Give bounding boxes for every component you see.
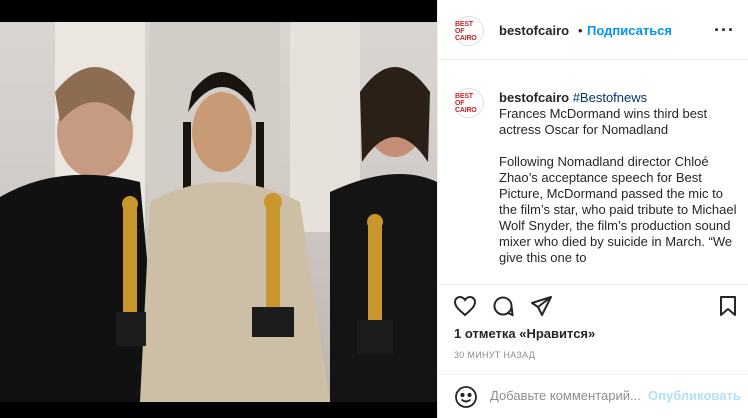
likes-number[interactable]: 1 отметка — [454, 326, 516, 341]
photo-illustration — [0, 22, 437, 402]
caption-avatar[interactable]: BEST OF CAIRO — [454, 88, 484, 118]
caption-body: Following Nomadland director Chloé Zhao’… — [499, 154, 737, 265]
follow-button[interactable]: Подписаться — [587, 23, 672, 38]
post-header: BEST OF CAIRO bestofcairo • Подписаться … — [438, 0, 748, 60]
heart-icon[interactable] — [452, 293, 478, 319]
comment-bar: Опубликовать — [438, 374, 748, 418]
header-username[interactable]: bestofcairo — [499, 23, 569, 38]
photo-letterbox-bottom — [0, 402, 437, 418]
post-sidebar: BEST OF CAIRO bestofcairo • Подписаться … — [437, 0, 748, 418]
action-bar — [438, 285, 748, 327]
caption-text: bestofcairo #Bestofnews Frances McDorman… — [499, 90, 737, 266]
emoji-icon[interactable] — [454, 385, 478, 409]
caption-area: BEST OF CAIRO bestofcairo #Bestofnews Fr… — [438, 60, 748, 285]
photo-image — [0, 22, 437, 402]
comment-icon[interactable] — [490, 293, 516, 319]
avatar[interactable]: BEST OF CAIRO — [454, 16, 484, 46]
separator-dot: • — [578, 23, 583, 38]
publish-button[interactable]: Опубликовать — [648, 388, 741, 403]
send-icon[interactable] — [528, 293, 554, 319]
likes-count[interactable]: 1 отметка «Нравится» — [454, 326, 595, 341]
likes-suffix: «Нравится» — [515, 326, 596, 341]
bookmark-icon[interactable] — [715, 293, 741, 319]
caption-first-line: bestofcairo #Bestofnews Frances McDorman… — [499, 90, 737, 138]
caption-headline: Frances McDormand wins third best actres… — [499, 106, 708, 137]
post-timestamp[interactable]: 30 МИНУТ НАЗАД — [454, 350, 535, 360]
comment-input[interactable] — [490, 388, 640, 403]
caption-hashtag[interactable]: #Bestofnews — [573, 90, 647, 105]
caption-username[interactable]: bestofcairo — [499, 90, 569, 105]
more-options-icon[interactable]: ··· — [714, 20, 735, 41]
post-photo[interactable] — [0, 0, 437, 418]
photo-letterbox-top — [0, 0, 437, 22]
